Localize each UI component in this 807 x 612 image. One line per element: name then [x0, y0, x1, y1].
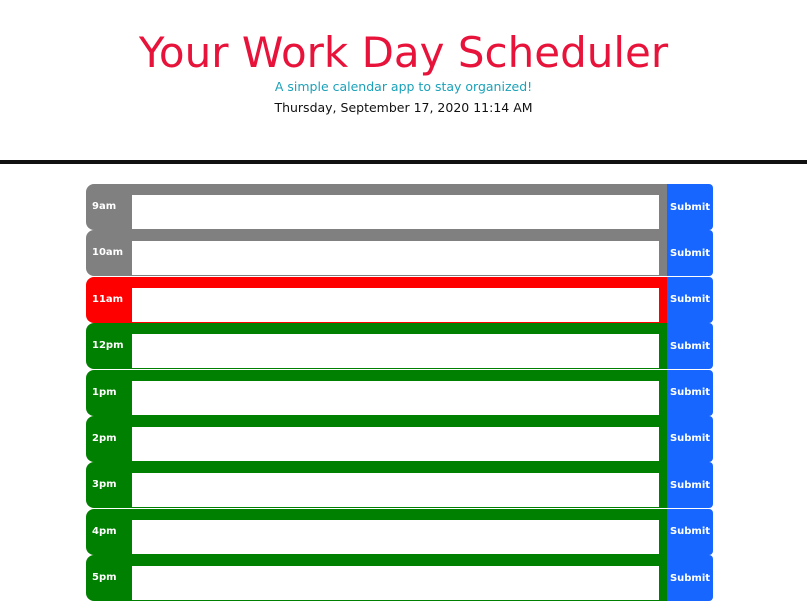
event-input[interactable] — [132, 195, 659, 229]
hour-label: 12pm — [92, 340, 124, 352]
submit-button[interactable]: Submit — [667, 462, 713, 509]
page-title: Your Work Day Scheduler — [138, 28, 669, 77]
hour-label: 5pm — [92, 572, 117, 584]
time-block-row: 4pm Submit — [86, 508, 713, 555]
time-block-row: 12pm Submit — [86, 323, 713, 370]
submit-button[interactable]: Submit — [667, 369, 713, 416]
event-input[interactable] — [132, 426, 659, 461]
time-block-row: 11am Submit — [86, 276, 713, 323]
scheduler: 9am Submit 10am Submit 11am Submit 12pm … — [86, 184, 713, 602]
event-input[interactable] — [132, 241, 659, 276]
hour-label: 10am — [92, 247, 124, 259]
event-input[interactable] — [132, 334, 659, 369]
current-date: Thursday, September 17, 2020 11:14 AM — [274, 100, 533, 115]
header-divider — [0, 160, 807, 164]
time-block-row: 10am Submit — [86, 230, 713, 277]
submit-button[interactable]: Submit — [667, 276, 713, 323]
time-block-row: 5pm Submit — [86, 555, 713, 602]
event-input[interactable] — [132, 519, 659, 554]
submit-button[interactable]: Submit — [667, 184, 713, 230]
page-header: Your Work Day Scheduler A simple calenda… — [0, 0, 807, 163]
hour-label: 9am — [92, 201, 117, 212]
event-input[interactable] — [132, 473, 659, 508]
time-block-row: 9am Submit — [86, 184, 713, 230]
page-subtitle: A simple calendar app to stay organized! — [274, 79, 533, 94]
submit-button[interactable]: Submit — [667, 508, 713, 555]
submit-button[interactable]: Submit — [667, 415, 713, 462]
time-block-row: 3pm Submit — [86, 462, 713, 509]
hour-label: 3pm — [92, 479, 117, 491]
time-block-row: 2pm Submit — [86, 415, 713, 462]
submit-button[interactable]: Submit — [667, 555, 713, 602]
hour-label: 4pm — [92, 525, 117, 537]
submit-button[interactable]: Submit — [667, 323, 713, 370]
hour-label: 2pm — [92, 432, 117, 444]
time-block-row: 1pm Submit — [86, 369, 713, 416]
submit-button[interactable]: Submit — [667, 230, 713, 277]
hour-label: 1pm — [92, 386, 117, 398]
event-input[interactable] — [132, 287, 659, 322]
event-input[interactable] — [132, 566, 659, 601]
event-input[interactable] — [132, 380, 659, 415]
hour-label: 11am — [92, 293, 124, 305]
